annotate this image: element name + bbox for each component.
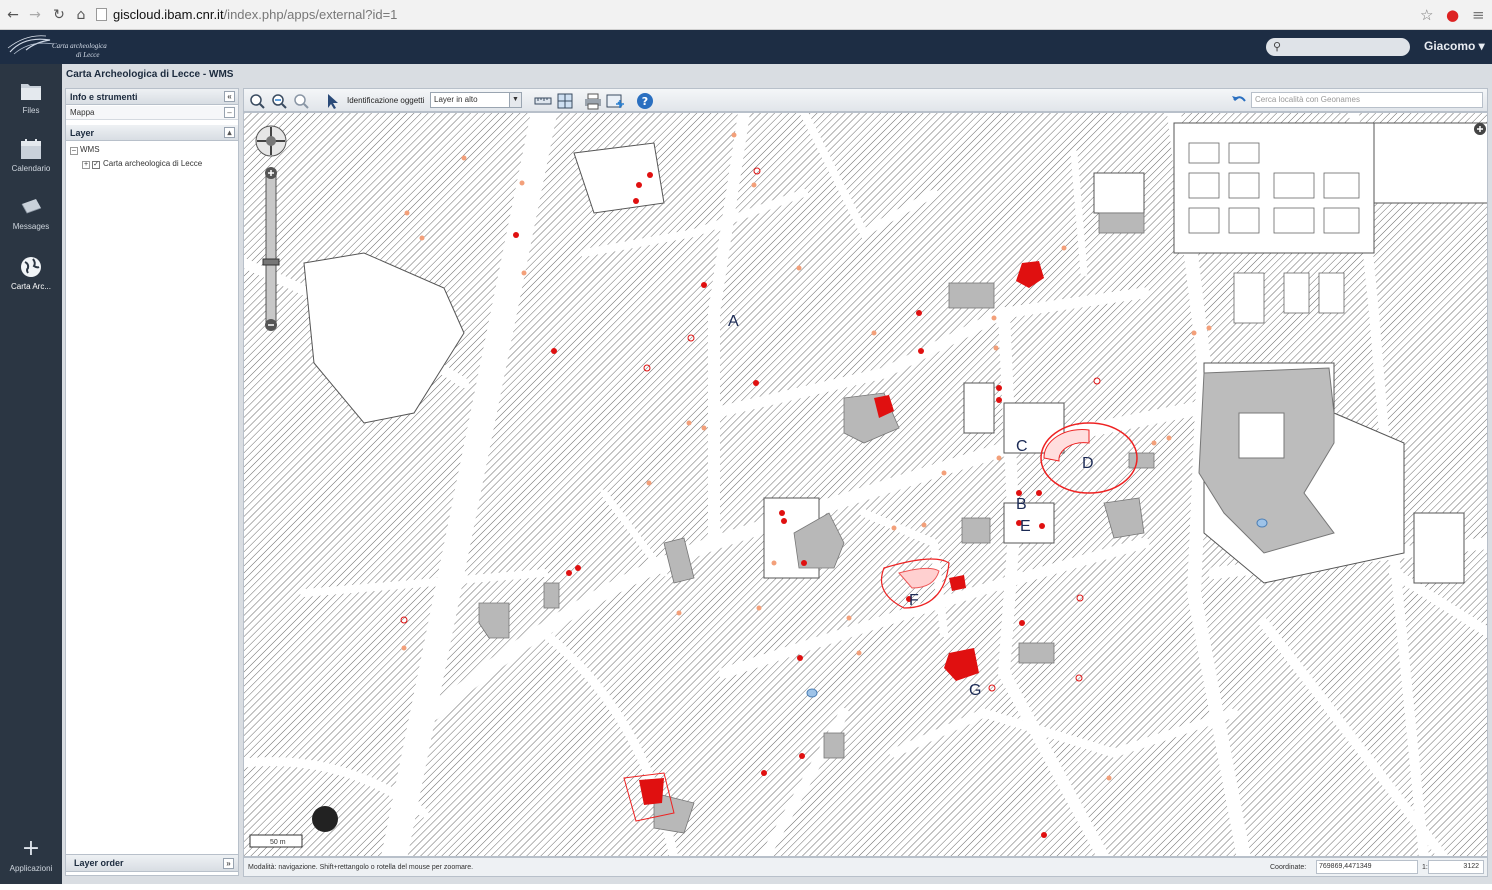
mappa-label: Mappa [70, 108, 95, 117]
back-icon[interactable]: ← [4, 6, 22, 24]
svg-text:?: ? [642, 95, 648, 108]
scale-bar: 50 m [249, 834, 303, 848]
area-measure-icon[interactable] [556, 92, 574, 110]
dock-item-messages[interactable]: Messages [0, 196, 62, 248]
tree-expand-icon[interactable]: + [82, 161, 90, 169]
identify-select[interactable]: Layer in alto ▼ [430, 92, 522, 108]
layer-checkbox[interactable]: ✓ [92, 161, 100, 169]
tree-layer-label: Carta archeologica di Lecce [103, 159, 203, 168]
help-icon[interactable]: ? [636, 92, 654, 110]
pond [1256, 518, 1268, 528]
site-label-f: F [909, 592, 919, 609]
identify-icon[interactable] [324, 92, 342, 110]
mappa-row[interactable]: Mappa – [66, 106, 238, 120]
identify-label: Identificazione oggetti [347, 96, 425, 105]
page-icon [96, 8, 107, 21]
home-icon[interactable]: ⌂ [72, 6, 90, 24]
dock-label-carta: Carta Arc... [10, 282, 51, 291]
bookmark-star-icon[interactable]: ☆ [1420, 5, 1433, 25]
dock-item-apps[interactable]: + Applicazioni [0, 838, 62, 890]
status-hint: Modalità: navigazione. Shift+rettangolo … [248, 864, 474, 871]
dock-label-files: Files [22, 106, 40, 115]
page-title: Carta Archeologica di Lecce - WMS [66, 69, 234, 80]
coordinate-field[interactable]: 769869,4471349 [1316, 860, 1418, 874]
scale-bar-label: 50 m [270, 839, 286, 846]
site-label-e: E [1020, 518, 1031, 535]
dock-item-carta[interactable]: Carta Arc... [0, 256, 62, 308]
dock-label-apps: Applicazioni [9, 864, 53, 873]
extension-icon[interactable]: ● [1446, 5, 1459, 25]
pan-control[interactable] [255, 125, 287, 157]
header-search-input[interactable]: ⚲ [1266, 38, 1410, 56]
coordinate-label: Coordinate: [1270, 864, 1307, 871]
tree-group-label: WMS [80, 145, 100, 154]
site-label-c: C [1016, 438, 1028, 455]
map-svg: A B C D E F G 50 m [244, 113, 1487, 856]
status-bar: Modalità: navigazione. Shift+rettangolo … [243, 857, 1488, 877]
layer-order-panel[interactable]: Layer order » [65, 854, 239, 872]
scale-field[interactable]: 3122 [1428, 860, 1484, 874]
user-menu[interactable]: Giacomo ▾ [1424, 39, 1485, 53]
app-header: Carta archeologica di Lecce ⚲ Giacomo ▾ [0, 30, 1492, 64]
dock-item-files[interactable]: Files [0, 80, 62, 132]
side-panel: Info e strumenti « Mappa – Layer ▴ – WMS … [65, 88, 239, 876]
print-icon[interactable] [584, 92, 602, 110]
reload-icon[interactable]: ↻ [50, 6, 68, 24]
undo-icon[interactable] [1230, 92, 1248, 110]
url-host: giscloud.ibam.cnr.it [113, 7, 224, 22]
site-label-d: D [1082, 455, 1094, 472]
info-panel-header[interactable]: Info e strumenti « [66, 89, 238, 105]
map-toolbar: Identificazione oggetti Layer in alto ▼ … [243, 88, 1488, 112]
site-label-b: B [1016, 496, 1027, 513]
workspace: Carta Archeologica di Lecce - WMS Info e… [62, 64, 1492, 884]
search-icon: ⚲ [1273, 40, 1282, 53]
plus-icon: + [21, 836, 41, 861]
expand-up-icon[interactable]: » [223, 858, 234, 869]
forward-icon[interactable]: → [26, 6, 44, 24]
app-dock: Files Calendario Messages Carta Arc... +… [0, 64, 62, 884]
svg-text:di Lecce: di Lecce [76, 51, 100, 59]
calendar-icon [21, 139, 41, 159]
locator-marker [312, 806, 338, 832]
logo[interactable]: Carta archeologica di Lecce [6, 32, 118, 62]
zoom-box-icon[interactable] [248, 92, 266, 110]
address-bar[interactable]: giscloud.ibam.cnr.it/index.php/apps/exte… [96, 5, 1416, 25]
messages-icon [21, 199, 42, 214]
svg-text:Carta archeologica: Carta archeologica [52, 42, 107, 50]
fountain [806, 688, 818, 698]
layer-panel-header[interactable]: Layer ▴ [66, 125, 238, 141]
dock-label-calendar: Calendario [11, 164, 51, 173]
collapse-left-icon[interactable]: « [224, 91, 235, 102]
scale-label: 1: [1422, 864, 1428, 871]
url-path: /index.php/apps/external?id=1 [223, 7, 398, 22]
dock-item-calendar[interactable]: Calendario [0, 138, 62, 190]
browser-toolbar: ← → ↻ ⌂ giscloud.ibam.cnr.it/index.php/a… [0, 0, 1492, 30]
site-label-a: A [728, 313, 739, 330]
zoom-back-icon[interactable] [270, 92, 288, 110]
castle-courtyard [1238, 412, 1285, 459]
tree-collapse-icon[interactable]: – [70, 147, 78, 155]
chevron-down-icon: ▼ [509, 93, 521, 107]
geonames-search-input[interactable]: Cerca località con Geonames [1251, 92, 1483, 108]
map-canvas[interactable]: A B C D E F G 50 m [243, 112, 1488, 857]
tree-group-wms[interactable]: – WMS [70, 144, 100, 156]
layer-order-title: Layer order [74, 858, 124, 868]
zoom-forward-icon[interactable] [292, 92, 310, 110]
measure-icon[interactable] [534, 92, 552, 110]
info-panel-title: Info e strumenti [70, 92, 138, 102]
folder-icon [21, 84, 41, 100]
dock-label-messages: Messages [12, 222, 50, 231]
layer-panel-title: Layer [70, 128, 95, 138]
identify-select-value: Layer in alto [434, 95, 478, 104]
globe-icon [21, 257, 41, 277]
minus-icon[interactable]: – [224, 107, 235, 118]
save-map-icon[interactable] [606, 92, 624, 110]
chevron-up-icon[interactable]: ▴ [224, 127, 235, 138]
tree-layer-item[interactable]: + ✓ Carta archeologica di Lecce [82, 158, 202, 170]
browser-menu-icon[interactable]: ≡ [1472, 5, 1485, 25]
site-label-g: G [969, 682, 981, 699]
